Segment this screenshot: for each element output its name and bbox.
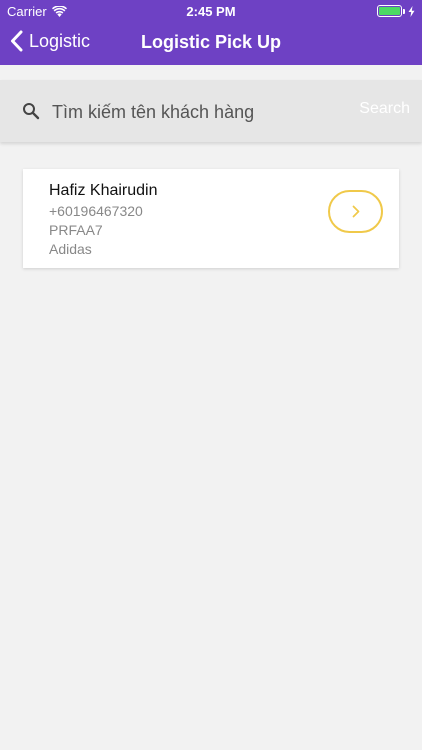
app-header: Carrier 2:45 PM Logistic Logistic Pick U… bbox=[0, 0, 422, 65]
search-icon bbox=[23, 103, 40, 120]
search-input[interactable] bbox=[52, 98, 342, 126]
battery-fill bbox=[379, 7, 400, 15]
customer-card[interactable]: Hafiz Khairudin +60196467320 PRFAA7 Adid… bbox=[23, 169, 399, 268]
charging-icon bbox=[408, 5, 415, 17]
customer-code: PRFAA7 bbox=[49, 222, 103, 238]
search-bar: Search bbox=[0, 80, 422, 142]
chevron-right-icon bbox=[352, 205, 359, 218]
status-time: 2:45 PM bbox=[186, 4, 236, 19]
page-title: Logistic Pick Up bbox=[140, 32, 282, 52]
status-bar: Carrier 2:45 PM bbox=[0, 0, 422, 22]
nav-bar: Logistic Logistic Pick Up bbox=[0, 22, 422, 65]
search-button[interactable]: Search bbox=[359, 100, 410, 118]
battery-icon bbox=[377, 5, 402, 17]
battery-indicator bbox=[377, 5, 415, 17]
open-detail-button[interactable] bbox=[328, 190, 383, 233]
customer-name: Hafiz Khairudin bbox=[49, 182, 158, 199]
battery-cap bbox=[403, 8, 405, 14]
customer-phone: +60196467320 bbox=[49, 203, 143, 219]
customer-brand: Adidas bbox=[49, 241, 92, 257]
